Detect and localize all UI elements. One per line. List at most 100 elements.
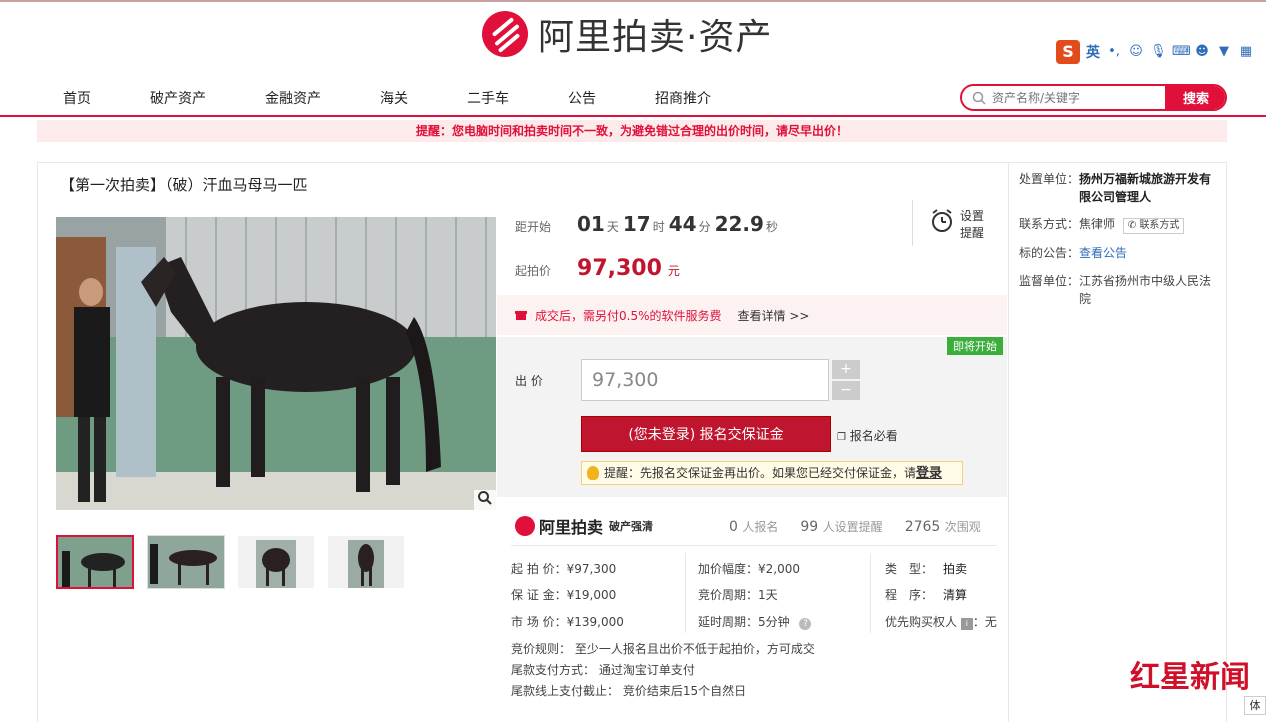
reminders-stat: 99 人设置提醒 — [800, 518, 882, 535]
search-icon — [972, 91, 986, 105]
contact-row: 联系方式：焦律师 ✆ 联系方式 — [1019, 215, 1185, 234]
reminders-count: 99 — [800, 519, 819, 535]
bid-label: 出 价 — [515, 374, 543, 388]
detail-rule: 竞价规则： 至少一人报名且出价不低于起拍价，方可成交 — [511, 642, 815, 656]
login-link[interactable]: 登录 — [916, 466, 942, 481]
tip-text: 提醒：先报名交保证金再出价。如果您已经交付保证金，请 — [604, 466, 917, 480]
logo-text: 阿里拍卖·资产 — [538, 17, 773, 58]
skin-icon[interactable]: ▼ — [1216, 44, 1232, 60]
ime-lang[interactable]: 英 — [1086, 42, 1100, 62]
nav-underline — [0, 115, 1266, 117]
start-price-value: 97,300 — [577, 256, 662, 281]
help-icon[interactable]: ? — [799, 618, 812, 630]
set-reminder-link[interactable]: 设置提醒 — [960, 208, 988, 242]
views-unit: 次围观 — [944, 520, 981, 534]
bid-stepper: + − — [832, 360, 860, 400]
countdown-hours: 17 — [622, 212, 651, 236]
punctuation-icon[interactable]: •, — [1106, 44, 1122, 60]
bid-area: 距开始 01 天 17 时 44 分 22.9 秒 设置提醒 起拍价 97,30… — [497, 200, 1007, 715]
main-image[interactable] — [56, 217, 496, 510]
logo-mark-icon — [482, 11, 528, 57]
site-logo[interactable]: 阿里拍卖·资产 — [482, 10, 772, 58]
nav-finance[interactable]: 金融资产 — [265, 88, 321, 108]
detail-procedure: 程 序： 清算 — [885, 586, 967, 603]
search-button[interactable]: 搜索 — [1165, 86, 1225, 109]
countdown-minutes-unit: 分 — [698, 220, 711, 234]
contact-button-label: 联系方式 — [1139, 220, 1180, 231]
announcement-row: 标的公告：查看公告 — [1019, 244, 1127, 262]
corner-widget[interactable]: 体 — [1244, 696, 1266, 715]
contact-button[interactable]: ✆ 联系方式 — [1122, 218, 1185, 234]
brand-name: 阿里拍卖 — [539, 518, 604, 537]
top-border — [0, 0, 1266, 2]
type-value: 拍卖 — [943, 562, 968, 576]
detail-col-divider-2 — [870, 553, 871, 633]
thumbnail-4[interactable] — [327, 535, 405, 589]
thumbnail-3[interactable] — [237, 535, 315, 589]
login-tip: 提醒：先报名交保证金再出价。如果您已经交付保证金，请登录 — [581, 461, 963, 485]
procedure-value: 清算 — [943, 588, 968, 602]
countdown-divider — [912, 200, 913, 246]
detail-delay: 延时周期：5分钟 ? — [698, 613, 812, 630]
view-details-link[interactable]: 查看详情 >> — [738, 307, 810, 324]
countdown-days-unit: 天 — [606, 220, 619, 234]
nav-investment[interactable]: 招商推介 — [655, 88, 711, 108]
nav-announcement[interactable]: 公告 — [568, 88, 596, 108]
nav-customs[interactable]: 海关 — [380, 88, 408, 108]
register-deposit-button[interactable]: (您未登录) 报名交保证金 — [581, 416, 831, 452]
views-stat: 2765 次围观 — [905, 518, 981, 535]
detail-deadline: 尾款线上支付截止： 竞价结束后15个自然日 — [511, 684, 747, 698]
countdown-minutes: 44 — [668, 212, 697, 236]
lightbulb-icon — [587, 466, 599, 480]
disposal-sidebar: 处置单位： 扬州万福新城旅游开发有限公司管理人 联系方式：焦律师 ✆ 联系方式 … — [1008, 162, 1228, 722]
thumbnail-1[interactable] — [56, 535, 134, 589]
keyboard-icon[interactable]: ⌨ — [1172, 44, 1191, 60]
countdown-seconds-unit: 秒 — [765, 220, 778, 234]
service-fee-bar: 成交后，需另付0.5%的软件服务费 查看详情 >> — [497, 295, 1007, 335]
nav-home[interactable]: 首页 — [63, 88, 91, 108]
time-notice: 提醒：您电脑时间和拍卖时间不一致，为避免错过合理的出价时间，请尽早出价！ — [37, 120, 1227, 142]
bid-amount-input[interactable]: 97,300 — [581, 359, 829, 401]
item-title: 【第一次拍卖】（破）汗血马母马一匹 — [60, 176, 308, 194]
countdown-label: 距开始 — [515, 220, 552, 234]
start-price-label: 起拍价 — [515, 264, 552, 278]
alarm-clock-icon[interactable] — [929, 208, 955, 234]
must-read-link[interactable]: ❐ 报名必看 — [837, 427, 898, 444]
priority-value: ：无 — [972, 615, 997, 629]
announcement-label: 标的公告： — [1019, 246, 1080, 260]
detail-period: 竞价周期：1天 — [698, 588, 778, 602]
auction-stats: 0 人报名 99 人设置提醒 2765 次围观 — [729, 518, 981, 535]
thumbnail-2[interactable] — [147, 535, 225, 589]
detail-increment: 加价幅度：¥2,000 — [698, 562, 800, 576]
user-icon[interactable]: ☻ — [1194, 44, 1210, 60]
signups-unit: 人报名 — [742, 520, 779, 534]
search-box: 搜索 — [960, 84, 1227, 111]
horse-photo — [56, 217, 496, 510]
info-icon[interactable]: i — [960, 618, 973, 630]
status-badge: 即将开始 — [947, 337, 1003, 355]
view-announcement-link[interactable]: 查看公告 — [1079, 246, 1127, 260]
microphone-icon[interactable]: 🎙 — [1150, 44, 1167, 60]
brand-sub: 破产强清 — [609, 520, 654, 533]
decrease-button[interactable]: − — [832, 381, 860, 400]
disposer-value: 扬州万福新城旅游开发有限公司管理人 — [1079, 172, 1212, 204]
supervisor-row: 监督单位： 江苏省扬州市中级人民法院 — [1019, 272, 1219, 308]
emoji-icon[interactable]: ☺ — [1128, 44, 1144, 60]
bid-box: 即将开始 出 价 97,300 + − (您未登录) 报名交保证金 ❐ 报名必看… — [497, 337, 1007, 497]
zoom-icon[interactable] — [474, 490, 496, 510]
stats-divider — [511, 545, 997, 546]
nav-used-car[interactable]: 二手车 — [467, 88, 509, 108]
nav-bankruptcy[interactable]: 破产资产 — [150, 88, 206, 108]
grid-icon[interactable]: ▦ — [1238, 44, 1254, 60]
views-count: 2765 — [904, 519, 941, 535]
increase-button[interactable]: + — [832, 360, 860, 379]
contact-name: 焦律师 — [1079, 217, 1116, 231]
sogou-icon[interactable]: S — [1056, 40, 1080, 64]
search-input[interactable] — [992, 90, 1165, 105]
detail-priority: 优先购买权人 i ：无 — [885, 613, 997, 630]
ime-toolbar[interactable]: S 英 •, ☺ 🎙 ⌨ ☻ ▼ ▦ — [1056, 38, 1262, 66]
procedure-label: 程 序： — [885, 588, 934, 602]
disposer-row: 处置单位： 扬州万福新城旅游开发有限公司管理人 — [1019, 170, 1219, 206]
countdown-seconds: 22.9 — [714, 212, 764, 236]
supervisor-label: 监督单位： — [1019, 274, 1080, 288]
